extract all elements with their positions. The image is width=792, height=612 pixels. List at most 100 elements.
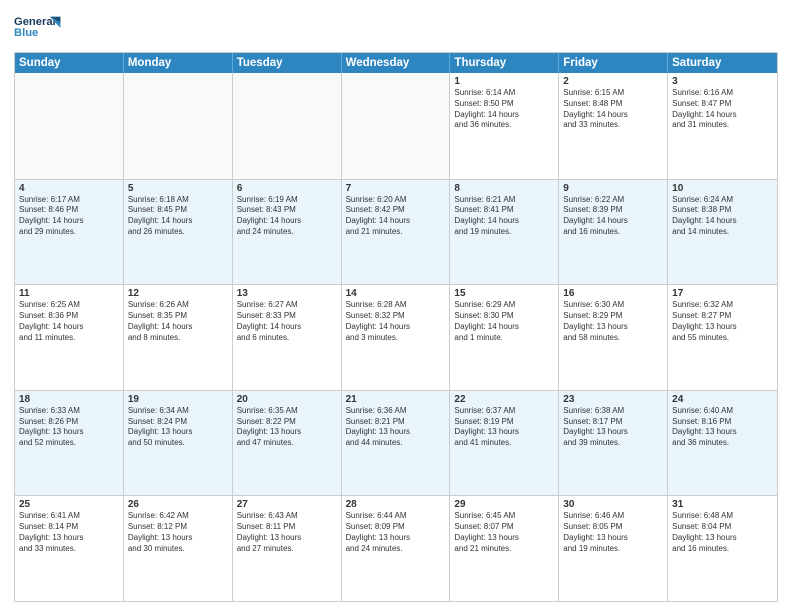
logo-icon: General Blue (14, 10, 62, 46)
calendar-cell: 12Sunrise: 6:26 AM Sunset: 8:35 PM Dayli… (124, 285, 233, 390)
calendar-cell: 27Sunrise: 6:43 AM Sunset: 8:11 PM Dayli… (233, 496, 342, 601)
calendar-cell: 10Sunrise: 6:24 AM Sunset: 8:38 PM Dayli… (668, 180, 777, 285)
calendar-cell: 20Sunrise: 6:35 AM Sunset: 8:22 PM Dayli… (233, 391, 342, 496)
day-of-week-saturday: Saturday (668, 53, 777, 73)
calendar-cell: 15Sunrise: 6:29 AM Sunset: 8:30 PM Dayli… (450, 285, 559, 390)
day-number: 24 (672, 394, 773, 405)
day-info: Sunrise: 6:15 AM Sunset: 8:48 PM Dayligh… (563, 88, 663, 131)
day-number: 3 (672, 76, 773, 87)
svg-text:Blue: Blue (14, 27, 38, 39)
day-number: 9 (563, 183, 663, 194)
calendar-week-5: 25Sunrise: 6:41 AM Sunset: 8:14 PM Dayli… (15, 495, 777, 601)
calendar-cell: 6Sunrise: 6:19 AM Sunset: 8:43 PM Daylig… (233, 180, 342, 285)
calendar-cell: 5Sunrise: 6:18 AM Sunset: 8:45 PM Daylig… (124, 180, 233, 285)
day-number: 31 (672, 499, 773, 510)
day-number: 1 (454, 76, 554, 87)
header: General Blue (14, 10, 778, 46)
day-info: Sunrise: 6:18 AM Sunset: 8:45 PM Dayligh… (128, 195, 228, 238)
calendar-week-2: 4Sunrise: 6:17 AM Sunset: 8:46 PM Daylig… (15, 179, 777, 285)
day-info: Sunrise: 6:42 AM Sunset: 8:12 PM Dayligh… (128, 511, 228, 554)
day-info: Sunrise: 6:21 AM Sunset: 8:41 PM Dayligh… (454, 195, 554, 238)
day-info: Sunrise: 6:32 AM Sunset: 8:27 PM Dayligh… (672, 300, 773, 343)
day-number: 15 (454, 288, 554, 299)
logo: General Blue (14, 10, 62, 46)
day-number: 10 (672, 183, 773, 194)
calendar-cell: 19Sunrise: 6:34 AM Sunset: 8:24 PM Dayli… (124, 391, 233, 496)
calendar-cell: 2Sunrise: 6:15 AM Sunset: 8:48 PM Daylig… (559, 73, 668, 179)
calendar-cell (233, 73, 342, 179)
calendar-cell: 23Sunrise: 6:38 AM Sunset: 8:17 PM Dayli… (559, 391, 668, 496)
calendar-cell: 9Sunrise: 6:22 AM Sunset: 8:39 PM Daylig… (559, 180, 668, 285)
calendar-week-3: 11Sunrise: 6:25 AM Sunset: 8:36 PM Dayli… (15, 284, 777, 390)
calendar-cell (342, 73, 451, 179)
day-number: 17 (672, 288, 773, 299)
day-number: 29 (454, 499, 554, 510)
calendar-cell: 11Sunrise: 6:25 AM Sunset: 8:36 PM Dayli… (15, 285, 124, 390)
calendar-body: 1Sunrise: 6:14 AM Sunset: 8:50 PM Daylig… (15, 73, 777, 601)
calendar-cell (15, 73, 124, 179)
day-number: 19 (128, 394, 228, 405)
day-of-week-friday: Friday (559, 53, 668, 73)
day-of-week-sunday: Sunday (15, 53, 124, 73)
day-number: 11 (19, 288, 119, 299)
calendar-week-1: 1Sunrise: 6:14 AM Sunset: 8:50 PM Daylig… (15, 73, 777, 179)
day-info: Sunrise: 6:37 AM Sunset: 8:19 PM Dayligh… (454, 406, 554, 449)
calendar-cell: 13Sunrise: 6:27 AM Sunset: 8:33 PM Dayli… (233, 285, 342, 390)
day-info: Sunrise: 6:30 AM Sunset: 8:29 PM Dayligh… (563, 300, 663, 343)
calendar-cell: 22Sunrise: 6:37 AM Sunset: 8:19 PM Dayli… (450, 391, 559, 496)
calendar-cell: 31Sunrise: 6:48 AM Sunset: 8:04 PM Dayli… (668, 496, 777, 601)
day-of-week-wednesday: Wednesday (342, 53, 451, 73)
day-info: Sunrise: 6:19 AM Sunset: 8:43 PM Dayligh… (237, 195, 337, 238)
day-info: Sunrise: 6:36 AM Sunset: 8:21 PM Dayligh… (346, 406, 446, 449)
calendar-cell: 21Sunrise: 6:36 AM Sunset: 8:21 PM Dayli… (342, 391, 451, 496)
day-info: Sunrise: 6:27 AM Sunset: 8:33 PM Dayligh… (237, 300, 337, 343)
day-info: Sunrise: 6:38 AM Sunset: 8:17 PM Dayligh… (563, 406, 663, 449)
day-number: 5 (128, 183, 228, 194)
day-number: 6 (237, 183, 337, 194)
calendar-cell: 25Sunrise: 6:41 AM Sunset: 8:14 PM Dayli… (15, 496, 124, 601)
day-info: Sunrise: 6:45 AM Sunset: 8:07 PM Dayligh… (454, 511, 554, 554)
calendar-cell: 3Sunrise: 6:16 AM Sunset: 8:47 PM Daylig… (668, 73, 777, 179)
day-info: Sunrise: 6:44 AM Sunset: 8:09 PM Dayligh… (346, 511, 446, 554)
calendar-cell: 17Sunrise: 6:32 AM Sunset: 8:27 PM Dayli… (668, 285, 777, 390)
day-number: 14 (346, 288, 446, 299)
day-number: 20 (237, 394, 337, 405)
day-number: 26 (128, 499, 228, 510)
calendar-cell: 16Sunrise: 6:30 AM Sunset: 8:29 PM Dayli… (559, 285, 668, 390)
day-number: 25 (19, 499, 119, 510)
calendar-cell (124, 73, 233, 179)
calendar: SundayMondayTuesdayWednesdayThursdayFrid… (14, 52, 778, 602)
day-number: 7 (346, 183, 446, 194)
calendar-cell: 30Sunrise: 6:46 AM Sunset: 8:05 PM Dayli… (559, 496, 668, 601)
calendar-cell: 29Sunrise: 6:45 AM Sunset: 8:07 PM Dayli… (450, 496, 559, 601)
day-of-week-thursday: Thursday (450, 53, 559, 73)
calendar-cell: 18Sunrise: 6:33 AM Sunset: 8:26 PM Dayli… (15, 391, 124, 496)
day-number: 18 (19, 394, 119, 405)
calendar-week-4: 18Sunrise: 6:33 AM Sunset: 8:26 PM Dayli… (15, 390, 777, 496)
day-info: Sunrise: 6:40 AM Sunset: 8:16 PM Dayligh… (672, 406, 773, 449)
day-info: Sunrise: 6:20 AM Sunset: 8:42 PM Dayligh… (346, 195, 446, 238)
day-info: Sunrise: 6:26 AM Sunset: 8:35 PM Dayligh… (128, 300, 228, 343)
day-number: 13 (237, 288, 337, 299)
calendar-cell: 24Sunrise: 6:40 AM Sunset: 8:16 PM Dayli… (668, 391, 777, 496)
day-info: Sunrise: 6:41 AM Sunset: 8:14 PM Dayligh… (19, 511, 119, 554)
day-number: 28 (346, 499, 446, 510)
day-number: 4 (19, 183, 119, 194)
calendar-cell: 4Sunrise: 6:17 AM Sunset: 8:46 PM Daylig… (15, 180, 124, 285)
day-number: 27 (237, 499, 337, 510)
day-info: Sunrise: 6:17 AM Sunset: 8:46 PM Dayligh… (19, 195, 119, 238)
day-number: 22 (454, 394, 554, 405)
day-of-week-tuesday: Tuesday (233, 53, 342, 73)
day-info: Sunrise: 6:22 AM Sunset: 8:39 PM Dayligh… (563, 195, 663, 238)
calendar-cell: 28Sunrise: 6:44 AM Sunset: 8:09 PM Dayli… (342, 496, 451, 601)
svg-text:General: General (14, 16, 56, 28)
day-number: 2 (563, 76, 663, 87)
day-info: Sunrise: 6:16 AM Sunset: 8:47 PM Dayligh… (672, 88, 773, 131)
day-info: Sunrise: 6:25 AM Sunset: 8:36 PM Dayligh… (19, 300, 119, 343)
calendar-cell: 1Sunrise: 6:14 AM Sunset: 8:50 PM Daylig… (450, 73, 559, 179)
day-info: Sunrise: 6:33 AM Sunset: 8:26 PM Dayligh… (19, 406, 119, 449)
day-info: Sunrise: 6:28 AM Sunset: 8:32 PM Dayligh… (346, 300, 446, 343)
day-info: Sunrise: 6:46 AM Sunset: 8:05 PM Dayligh… (563, 511, 663, 554)
calendar-cell: 14Sunrise: 6:28 AM Sunset: 8:32 PM Dayli… (342, 285, 451, 390)
day-number: 30 (563, 499, 663, 510)
